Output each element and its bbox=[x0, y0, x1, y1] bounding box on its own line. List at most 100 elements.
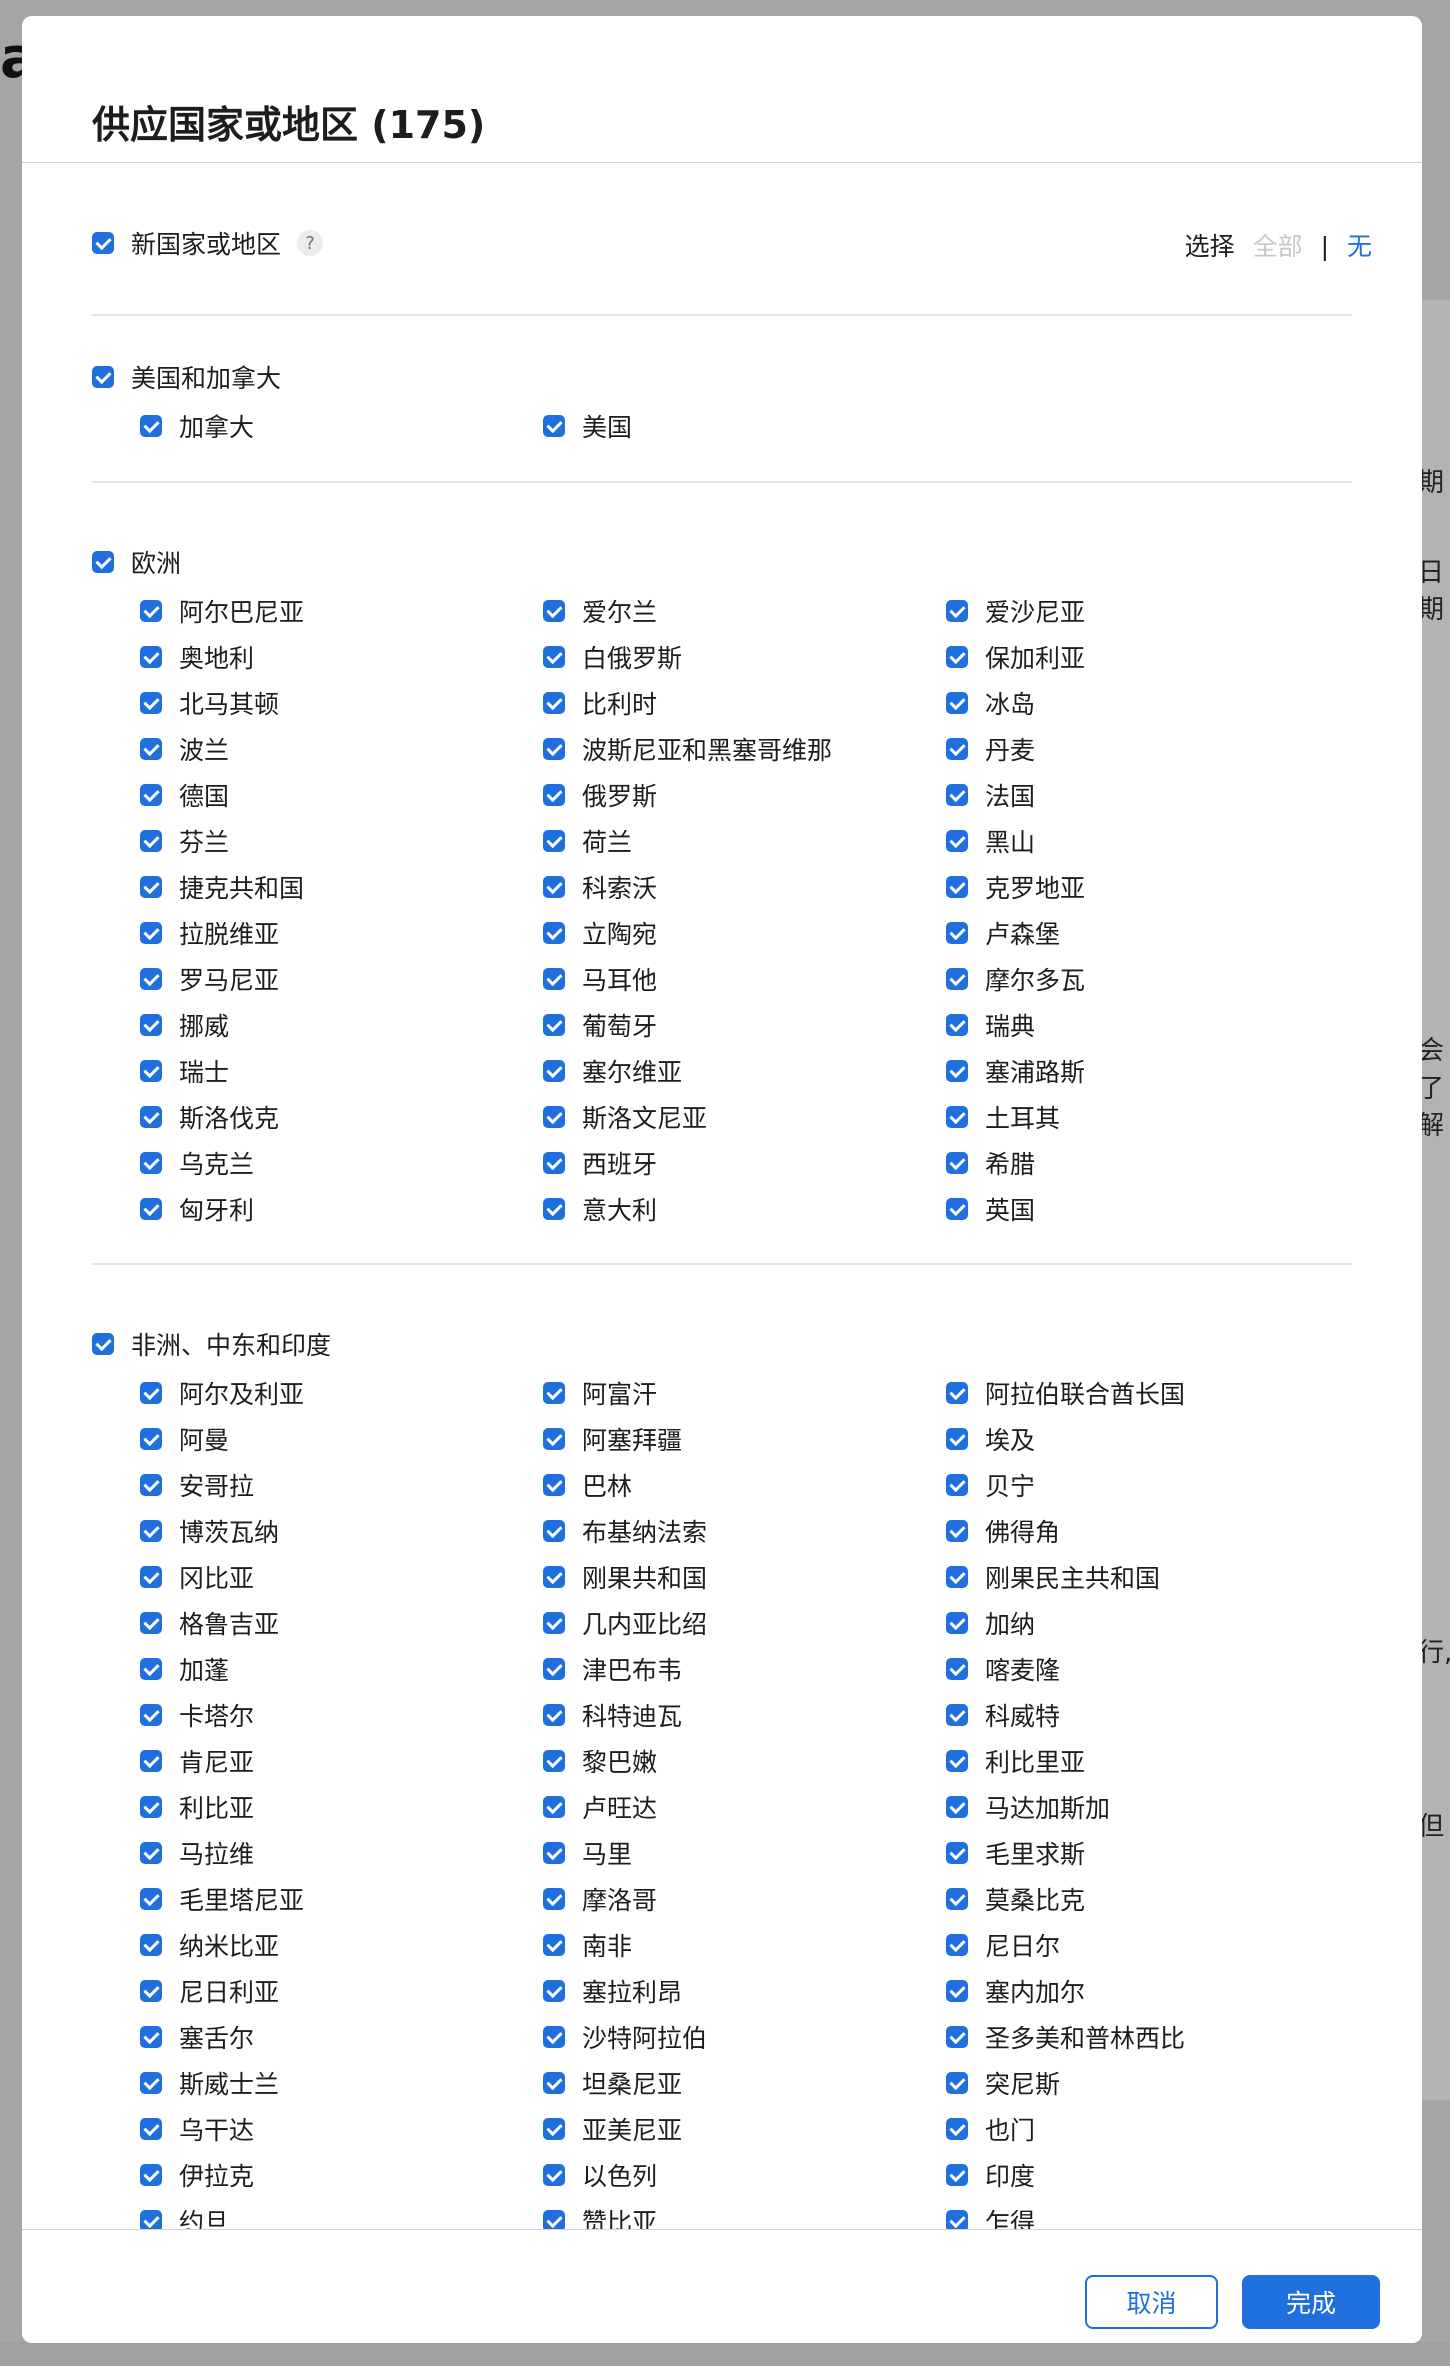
country-checkbox[interactable] bbox=[140, 1198, 162, 1220]
country-checkbox[interactable] bbox=[543, 876, 565, 898]
country-item[interactable]: 白俄罗斯 bbox=[543, 634, 946, 680]
country-checkbox[interactable] bbox=[543, 968, 565, 990]
country-checkbox[interactable] bbox=[946, 1658, 968, 1680]
country-checkbox[interactable] bbox=[946, 1888, 968, 1910]
country-item[interactable]: 瑞典 bbox=[946, 1002, 1346, 1048]
country-item[interactable]: 马拉维 bbox=[140, 1830, 543, 1876]
country-item[interactable]: 圣多美和普林西比 bbox=[946, 2014, 1346, 2060]
country-checkbox[interactable] bbox=[140, 1520, 162, 1542]
country-checkbox[interactable] bbox=[543, 2164, 565, 2186]
country-item[interactable]: 毛里塔尼亚 bbox=[140, 1876, 543, 1922]
country-item[interactable]: 卢旺达 bbox=[543, 1784, 946, 1830]
country-checkbox[interactable] bbox=[543, 738, 565, 760]
country-checkbox[interactable] bbox=[140, 1060, 162, 1082]
country-item[interactable]: 肯尼亚 bbox=[140, 1738, 543, 1784]
country-checkbox[interactable] bbox=[946, 1796, 968, 1818]
country-item[interactable]: 沙特阿拉伯 bbox=[543, 2014, 946, 2060]
country-checkbox[interactable] bbox=[946, 1060, 968, 1082]
country-checkbox[interactable] bbox=[946, 692, 968, 714]
country-checkbox[interactable] bbox=[543, 1750, 565, 1772]
country-item[interactable]: 布基纳法索 bbox=[543, 1508, 946, 1554]
country-item[interactable]: 卢森堡 bbox=[946, 910, 1346, 956]
country-checkbox[interactable] bbox=[946, 1014, 968, 1036]
country-item[interactable]: 芬兰 bbox=[140, 818, 543, 864]
country-item[interactable]: 南非 bbox=[543, 1922, 946, 1968]
country-checkbox[interactable] bbox=[946, 738, 968, 760]
done-button[interactable]: 完成 bbox=[1242, 2275, 1380, 2329]
country-item[interactable]: 葡萄牙 bbox=[543, 1002, 946, 1048]
country-item[interactable]: 加纳 bbox=[946, 1600, 1346, 1646]
country-item[interactable]: 奥地利 bbox=[140, 634, 543, 680]
country-checkbox[interactable] bbox=[140, 415, 162, 437]
country-item[interactable]: 斯洛伐克 bbox=[140, 1094, 543, 1140]
country-item[interactable]: 科威特 bbox=[946, 1692, 1346, 1738]
country-checkbox[interactable] bbox=[946, 2164, 968, 2186]
country-item[interactable]: 阿尔巴尼亚 bbox=[140, 588, 543, 634]
country-checkbox[interactable] bbox=[140, 1612, 162, 1634]
country-item[interactable]: 捷克共和国 bbox=[140, 864, 543, 910]
country-item[interactable]: 科索沃 bbox=[543, 864, 946, 910]
country-item[interactable]: 瑞士 bbox=[140, 1048, 543, 1094]
country-item[interactable]: 波兰 bbox=[140, 726, 543, 772]
country-checkbox[interactable] bbox=[140, 1566, 162, 1588]
country-item[interactable]: 格鲁吉亚 bbox=[140, 1600, 543, 1646]
country-item[interactable]: 法国 bbox=[946, 772, 1346, 818]
country-checkbox[interactable] bbox=[140, 1428, 162, 1450]
country-item[interactable]: 德国 bbox=[140, 772, 543, 818]
country-checkbox[interactable] bbox=[946, 1842, 968, 1864]
country-item[interactable]: 乌干达 bbox=[140, 2106, 543, 2152]
country-item[interactable]: 阿尔及利亚 bbox=[140, 1370, 543, 1416]
country-checkbox[interactable] bbox=[543, 1382, 565, 1404]
country-checkbox[interactable] bbox=[140, 1152, 162, 1174]
country-checkbox[interactable] bbox=[140, 1382, 162, 1404]
country-item[interactable]: 塞尔维亚 bbox=[543, 1048, 946, 1094]
country-item[interactable]: 北马其顿 bbox=[140, 680, 543, 726]
country-checkbox[interactable] bbox=[946, 1428, 968, 1450]
country-checkbox[interactable] bbox=[140, 876, 162, 898]
country-item[interactable]: 刚果民主共和国 bbox=[946, 1554, 1346, 1600]
country-checkbox[interactable] bbox=[140, 1474, 162, 1496]
country-item[interactable]: 阿富汗 bbox=[543, 1370, 946, 1416]
country-item[interactable]: 加拿大 bbox=[140, 403, 543, 449]
country-item[interactable]: 黎巴嫩 bbox=[543, 1738, 946, 1784]
country-checkbox[interactable] bbox=[946, 1106, 968, 1128]
country-checkbox[interactable] bbox=[543, 1980, 565, 2002]
country-item[interactable]: 坦桑尼亚 bbox=[543, 2060, 946, 2106]
region-checkbox[interactable] bbox=[92, 366, 114, 388]
country-checkbox[interactable] bbox=[946, 2026, 968, 2048]
country-checkbox[interactable] bbox=[543, 1704, 565, 1726]
country-item[interactable]: 以色列 bbox=[543, 2152, 946, 2198]
country-item[interactable]: 加蓬 bbox=[140, 1646, 543, 1692]
country-item[interactable]: 摩尔多瓦 bbox=[946, 956, 1346, 1002]
country-item[interactable]: 西班牙 bbox=[543, 1140, 946, 1186]
country-item[interactable]: 塞拉利昂 bbox=[543, 1968, 946, 2014]
country-checkbox[interactable] bbox=[543, 1520, 565, 1542]
country-item[interactable]: 博茨瓦纳 bbox=[140, 1508, 543, 1554]
country-checkbox[interactable] bbox=[140, 1750, 162, 1772]
country-checkbox[interactable] bbox=[946, 1750, 968, 1772]
country-item[interactable]: 突尼斯 bbox=[946, 2060, 1346, 2106]
country-checkbox[interactable] bbox=[946, 2072, 968, 2094]
country-checkbox[interactable] bbox=[946, 1198, 968, 1220]
country-checkbox[interactable] bbox=[946, 1382, 968, 1404]
country-item[interactable]: 马耳他 bbox=[543, 956, 946, 1002]
country-item[interactable]: 佛得角 bbox=[946, 1508, 1346, 1554]
country-item[interactable]: 毛里求斯 bbox=[946, 1830, 1346, 1876]
country-checkbox[interactable] bbox=[140, 1888, 162, 1910]
modal-body[interactable]: 新国家或地区 ? 选择 全部 | 无 美国和加拿大 加拿大 美国 欧洲 阿尔巴尼亚 爱尔… bbox=[22, 163, 1422, 2246]
country-checkbox[interactable] bbox=[140, 2164, 162, 2186]
country-item[interactable]: 爱尔兰 bbox=[543, 588, 946, 634]
country-item[interactable]: 莫桑比克 bbox=[946, 1876, 1346, 1922]
country-item[interactable]: 意大利 bbox=[543, 1186, 946, 1232]
country-item[interactable]: 冰岛 bbox=[946, 680, 1346, 726]
country-checkbox[interactable] bbox=[140, 922, 162, 944]
country-item[interactable]: 贝宁 bbox=[946, 1462, 1346, 1508]
country-item[interactable]: 罗马尼亚 bbox=[140, 956, 543, 1002]
country-item[interactable]: 荷兰 bbox=[543, 818, 946, 864]
country-checkbox[interactable] bbox=[543, 1060, 565, 1082]
country-item[interactable]: 塞舌尔 bbox=[140, 2014, 543, 2060]
country-item[interactable]: 丹麦 bbox=[946, 726, 1346, 772]
country-checkbox[interactable] bbox=[946, 1520, 968, 1542]
country-item[interactable]: 希腊 bbox=[946, 1140, 1346, 1186]
country-item[interactable]: 美国 bbox=[543, 403, 946, 449]
